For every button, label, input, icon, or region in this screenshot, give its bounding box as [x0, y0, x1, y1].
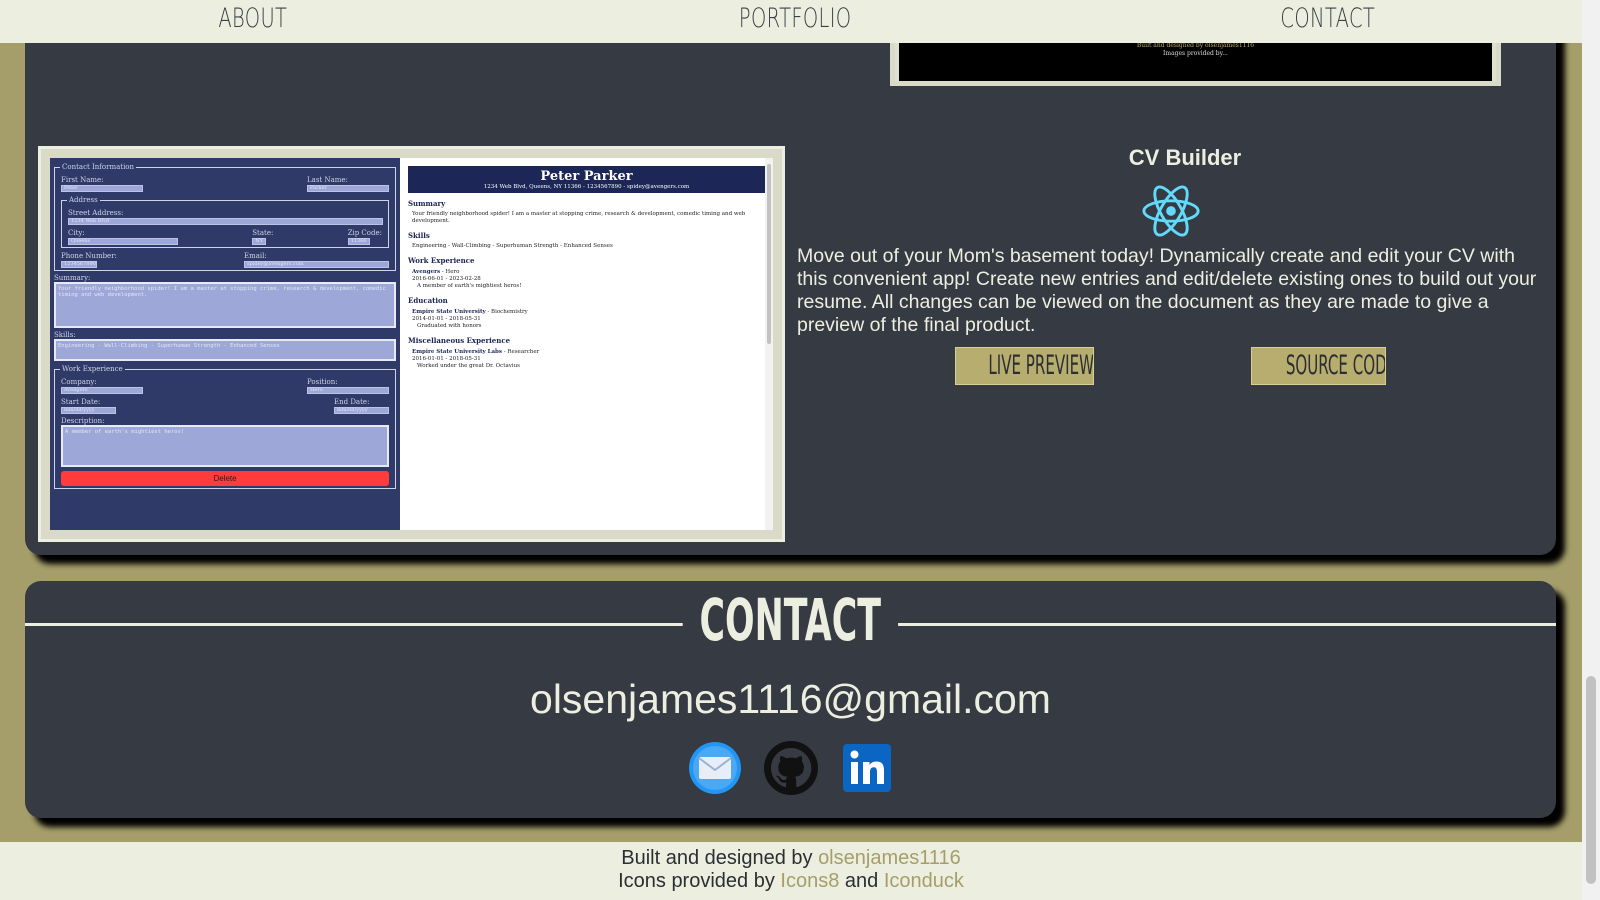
project-screenshot[interactable]: Contact Information First Name: Peter Las…: [38, 146, 785, 542]
description-label: Description:: [61, 417, 105, 425]
mail-icon[interactable]: [687, 740, 743, 796]
company-label: Company:: [61, 378, 97, 386]
doc-summary: Your friendly neighborhood spider! I am …: [412, 211, 746, 224]
state-input: NY: [252, 238, 267, 245]
state-label: State:: [252, 229, 274, 237]
description-textarea: A member of earth's mightiest heros!: [61, 425, 389, 467]
email-label: Email:: [244, 252, 267, 260]
top-nav: About Portfolio Contact: [0, 0, 1582, 43]
nav-contact[interactable]: Contact: [1280, 3, 1375, 34]
footer-icons8-link[interactable]: Icons8: [780, 870, 839, 892]
contact-email[interactable]: olsenjames1116@gmail.com: [25, 676, 1556, 723]
city-label: City:: [68, 229, 85, 237]
screenshot-credit: Built and designed by olsenjames1116 Ima…: [1136, 42, 1255, 57]
zip-label: Zip Code:: [347, 229, 382, 237]
nav-portfolio[interactable]: Portfolio: [739, 3, 852, 34]
summary-label: Summary:: [54, 274, 91, 282]
doc-skills-heading: Skills: [408, 231, 430, 240]
doc-summary-heading: Summary: [408, 199, 446, 208]
position-label: Position:: [307, 378, 338, 386]
street-label: Street Address:: [68, 209, 124, 217]
delete-button: Delete: [61, 471, 389, 486]
address-legend: Address: [67, 196, 100, 204]
footer-credit: Built and designed by olsenjames1116: [0, 847, 1582, 870]
doc-education-heading: Education: [408, 296, 448, 305]
react-icon: [1142, 185, 1200, 237]
contact-title: Contact: [25, 586, 1556, 654]
doc-misc-entry: Empire State University Labs - Researche…: [412, 349, 540, 369]
end-date-input: mm/dd/yyyy: [334, 407, 389, 414]
company-input: Avengers: [61, 387, 143, 394]
doc-name: Peter Parker: [540, 169, 633, 184]
doc-header: Peter Parker 1234 Web Blvd, Queens, NY 1…: [408, 166, 765, 193]
nav-about[interactable]: About: [218, 3, 287, 34]
city-input: Queens: [68, 238, 178, 245]
first-name-label: First Name:: [61, 176, 104, 184]
github-icon[interactable]: [763, 740, 819, 796]
email-input: spidey@avengers.com: [244, 261, 389, 268]
footer-built-by: Built and designed by: [621, 847, 813, 869]
linkedin-icon[interactable]: [839, 740, 895, 796]
contact-legend: Contact Information: [60, 163, 137, 171]
page-scrollbar[interactable]: [1582, 0, 1600, 900]
doc-misc-heading: Miscellaneous Experience: [408, 336, 511, 345]
project-description: Move out of your Mom's basement today! D…: [797, 245, 1537, 336]
work-legend: Work Experience: [60, 365, 125, 373]
footer-iconduck-link[interactable]: Iconduck: [884, 870, 964, 892]
phone-label: Phone Number:: [61, 252, 117, 260]
contact-section: Contact olsenjames1116@gmail.com: [25, 581, 1556, 818]
position-input: Hero: [307, 387, 389, 394]
doc-work-heading: Work Experience: [408, 256, 475, 265]
doc-education-entry: Empire State University - Biochemistry 2…: [412, 309, 528, 329]
skills-textarea: Engineering - Wall-Climbing - Superhuman…: [54, 339, 396, 361]
footer-author-link[interactable]: olsenjames1116: [818, 847, 961, 869]
cv-form-preview: Contact Information First Name: Peter Las…: [50, 158, 400, 530]
live-preview-button[interactable]: Live Preview: [955, 347, 1094, 385]
doc-skills: Engineering - Wall-Climbing - Superhuman…: [412, 243, 613, 249]
source-code-button[interactable]: Source Code: [1251, 347, 1386, 385]
project-title: CV Builder: [1128, 145, 1242, 170]
doc-work-entry: Avengers - Hero 2016-06-01 - 2023-02-28 …: [412, 269, 522, 289]
skills-label: Skills:: [54, 331, 76, 339]
start-date-label: Start Date:: [61, 398, 101, 406]
doc-contact: 1234 Web Blvd, Queens, NY 11366 - 123456…: [483, 184, 690, 190]
last-name-label: Last Name:: [307, 176, 348, 184]
footer-icons-credit: Icons provided by Icons8 and Iconduck: [0, 870, 1582, 893]
cv-document-preview: Peter Parker 1234 Web Blvd, Queens, NY 1…: [400, 158, 773, 530]
footer-and: and: [844, 870, 879, 892]
last-name-input: Parker: [307, 185, 389, 192]
footer: Built and designed by olsenjames1116 Ico…: [0, 842, 1582, 900]
footer-icons-by: Icons provided by: [618, 870, 775, 892]
street-input: 1234 Web Blvd: [68, 218, 383, 225]
phone-input: 1234567890: [61, 261, 97, 268]
scrollbar-thumb[interactable]: [1586, 676, 1596, 884]
zip-input: 11366: [347, 238, 370, 245]
end-date-label: End Date:: [334, 398, 370, 406]
start-date-input: mm/dd/yyyy: [61, 407, 116, 414]
social-icons: [25, 740, 1556, 796]
summary-textarea: Your friendly neighborhood spider! I am …: [54, 282, 396, 328]
first-name-input: Peter: [61, 185, 143, 192]
preview-scrollbar: [765, 158, 773, 530]
